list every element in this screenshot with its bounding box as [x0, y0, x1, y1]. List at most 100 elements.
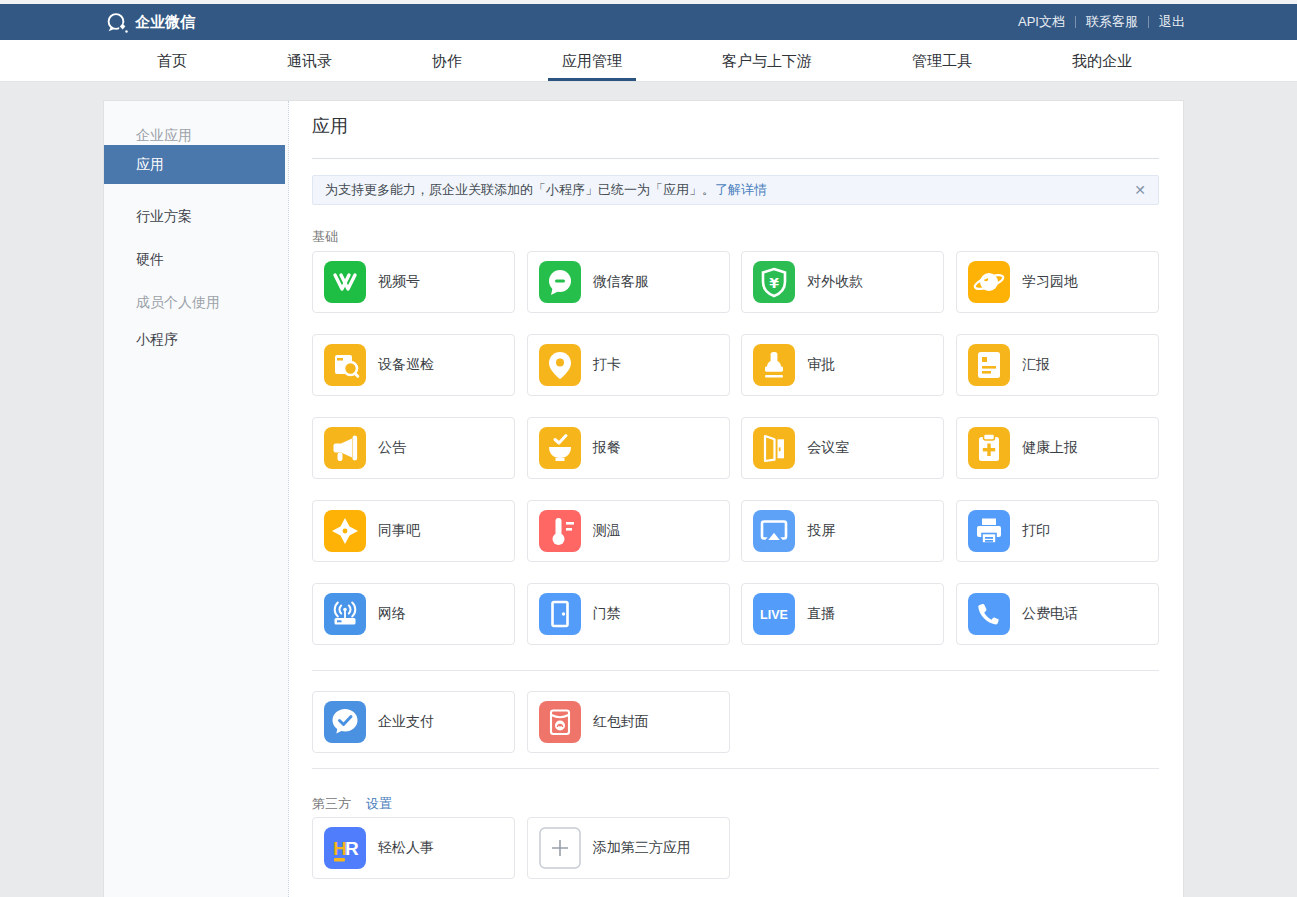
app-name: 微信客服 — [593, 273, 649, 291]
app-name: 公告 — [378, 439, 406, 457]
nav-tab[interactable]: 应用管理 — [548, 40, 636, 81]
topbar: 企业微信 API文档 联系客服 退出 — [0, 4, 1297, 40]
sidebar-group-header: 成员个人使用 — [104, 295, 288, 309]
topbar-link[interactable]: API文档 — [1018, 13, 1065, 31]
sidebar-group-header: 企业应用 — [104, 128, 288, 142]
app-name: 门禁 — [593, 605, 621, 623]
topbar-link-separator — [1075, 16, 1076, 28]
notice-banner: 为支持更多能力，原企业关联添加的「小程序」已统一为「应用」。了解详情 ✕ — [312, 175, 1159, 205]
section-label: 基础 — [312, 230, 338, 244]
planet-icon — [968, 261, 1010, 303]
app-card[interactable]: 设备巡检 — [312, 334, 515, 396]
app-card[interactable]: 红包封面 — [527, 691, 730, 753]
topbar-link[interactable]: 联系客服 — [1086, 13, 1138, 31]
app-card[interactable]: 微信客服 — [527, 251, 730, 313]
sidebar-item[interactable]: 硬件 — [104, 252, 288, 266]
door-access-icon — [539, 593, 581, 635]
app-name: 视频号 — [378, 273, 420, 291]
meeting-door-icon — [753, 427, 795, 469]
app-grid: 企业支付 红包封面 — [312, 691, 1159, 753]
location-pin-icon — [539, 344, 581, 386]
app-card[interactable]: 公告 — [312, 417, 515, 479]
app-card[interactable]: 会议室 — [741, 417, 944, 479]
app-card[interactable]: ¥ 对外收款 — [741, 251, 944, 313]
app-card[interactable]: 投屏 — [741, 500, 944, 562]
phone-icon — [968, 593, 1010, 635]
nav-tab[interactable]: 客户与上下游 — [708, 40, 826, 81]
app-logo[interactable]: 企业微信 — [105, 11, 195, 34]
app-card[interactable]: 公费电话 — [956, 583, 1159, 645]
app-sections: 基础视频号 微信客服 ¥ 对外收款 学习园地设备巡检 打卡 审批 汇报公告 报餐 会议室 健康上报同… — [312, 230, 1159, 879]
app-name: 网络 — [378, 605, 406, 623]
app-grid: HR 轻松人事 添加第三方应用 — [312, 817, 1159, 879]
chat-service-icon — [539, 261, 581, 303]
section-label-row: 第三方 设置 — [312, 797, 1159, 811]
sidebar-item[interactable]: 行业方案 — [104, 209, 288, 223]
svg-text:¥: ¥ — [769, 275, 779, 291]
app-card[interactable]: 视频号 — [312, 251, 515, 313]
svg-text:R: R — [345, 838, 359, 859]
app-name: 健康上报 — [1022, 439, 1078, 457]
main-content: 应用 为支持更多能力，原企业关联添加的「小程序」已统一为「应用」。了解详情 ✕ … — [289, 101, 1183, 897]
hr-app-icon: HR — [324, 827, 366, 869]
channels-icon — [324, 261, 366, 303]
app-name: 打印 — [1022, 522, 1050, 540]
app-name: 会议室 — [807, 439, 849, 457]
app-name: 投屏 — [807, 522, 835, 540]
app-card[interactable]: 报餐 — [527, 417, 730, 479]
logo-text: 企业微信 — [135, 13, 195, 32]
notice-close-icon[interactable]: ✕ — [1134, 183, 1146, 197]
nav-tab[interactable]: 首页 — [143, 40, 201, 81]
nav-tab[interactable]: 我的企业 — [1058, 40, 1146, 81]
red-packet-icon — [539, 701, 581, 743]
health-clipboard-icon — [968, 427, 1010, 469]
app-name: 同事吧 — [378, 522, 420, 540]
app-card[interactable]: 添加第三方应用 — [527, 817, 730, 879]
section-divider — [312, 768, 1159, 769]
app-card[interactable]: 打印 — [956, 500, 1159, 562]
notice-text-wrap: 为支持更多能力，原企业关联添加的「小程序」已统一为「应用」。了解详情 — [325, 181, 767, 199]
app-card[interactable]: 汇报 — [956, 334, 1159, 396]
app-name: 打卡 — [593, 356, 621, 374]
report-doc-icon — [968, 344, 1010, 386]
sidebar-item[interactable]: 应用 — [104, 145, 285, 184]
app-card[interactable]: 测温 — [527, 500, 730, 562]
section-divider — [312, 670, 1159, 671]
app-card[interactable]: 审批 — [741, 334, 944, 396]
app-name: 对外收款 — [807, 273, 863, 291]
app-name: 测温 — [593, 522, 621, 540]
thermometer-icon — [539, 510, 581, 552]
section-label: 第三方 — [312, 797, 351, 811]
app-name: 汇报 — [1022, 356, 1050, 374]
topbar-links: API文档 联系客服 退出 — [1018, 13, 1185, 31]
app-name: 企业支付 — [378, 713, 434, 731]
app-card[interactable]: LIVE直播 — [741, 583, 944, 645]
pay-bubble-icon — [324, 701, 366, 743]
app-card[interactable]: 同事吧 — [312, 500, 515, 562]
app-card[interactable]: 网络 — [312, 583, 515, 645]
app-card[interactable]: 打卡 — [527, 334, 730, 396]
app-name: 学习园地 — [1022, 273, 1078, 291]
app-name: 添加第三方应用 — [593, 839, 691, 857]
app-card[interactable]: 学习园地 — [956, 251, 1159, 313]
topbar-link-separator — [1148, 16, 1149, 28]
section-settings-link[interactable]: 设置 — [366, 797, 392, 811]
screen-cast-icon — [753, 510, 795, 552]
app-card[interactable]: 门禁 — [527, 583, 730, 645]
app-card[interactable]: 健康上报 — [956, 417, 1159, 479]
notice-text: 为支持更多能力，原企业关联添加的「小程序」已统一为「应用」。 — [325, 182, 715, 197]
nav-tab[interactable]: 管理工具 — [898, 40, 986, 81]
section-label-row: 基础 — [312, 230, 1159, 244]
nav-tab[interactable]: 通讯录 — [273, 40, 346, 81]
stamp-icon — [753, 344, 795, 386]
nav-tab[interactable]: 协作 — [418, 40, 476, 81]
app-card[interactable]: 企业支付 — [312, 691, 515, 753]
app-name: 设备巡检 — [378, 356, 434, 374]
sidebar-item[interactable]: 小程序 — [104, 332, 288, 346]
app-card[interactable]: HR 轻松人事 — [312, 817, 515, 879]
app-name: 直播 — [807, 605, 835, 623]
page-title: 应用 — [312, 116, 1159, 137]
topbar-link[interactable]: 退出 — [1159, 13, 1185, 31]
app-name: 轻松人事 — [378, 839, 434, 857]
notice-learn-more-link[interactable]: 了解详情 — [715, 182, 767, 197]
